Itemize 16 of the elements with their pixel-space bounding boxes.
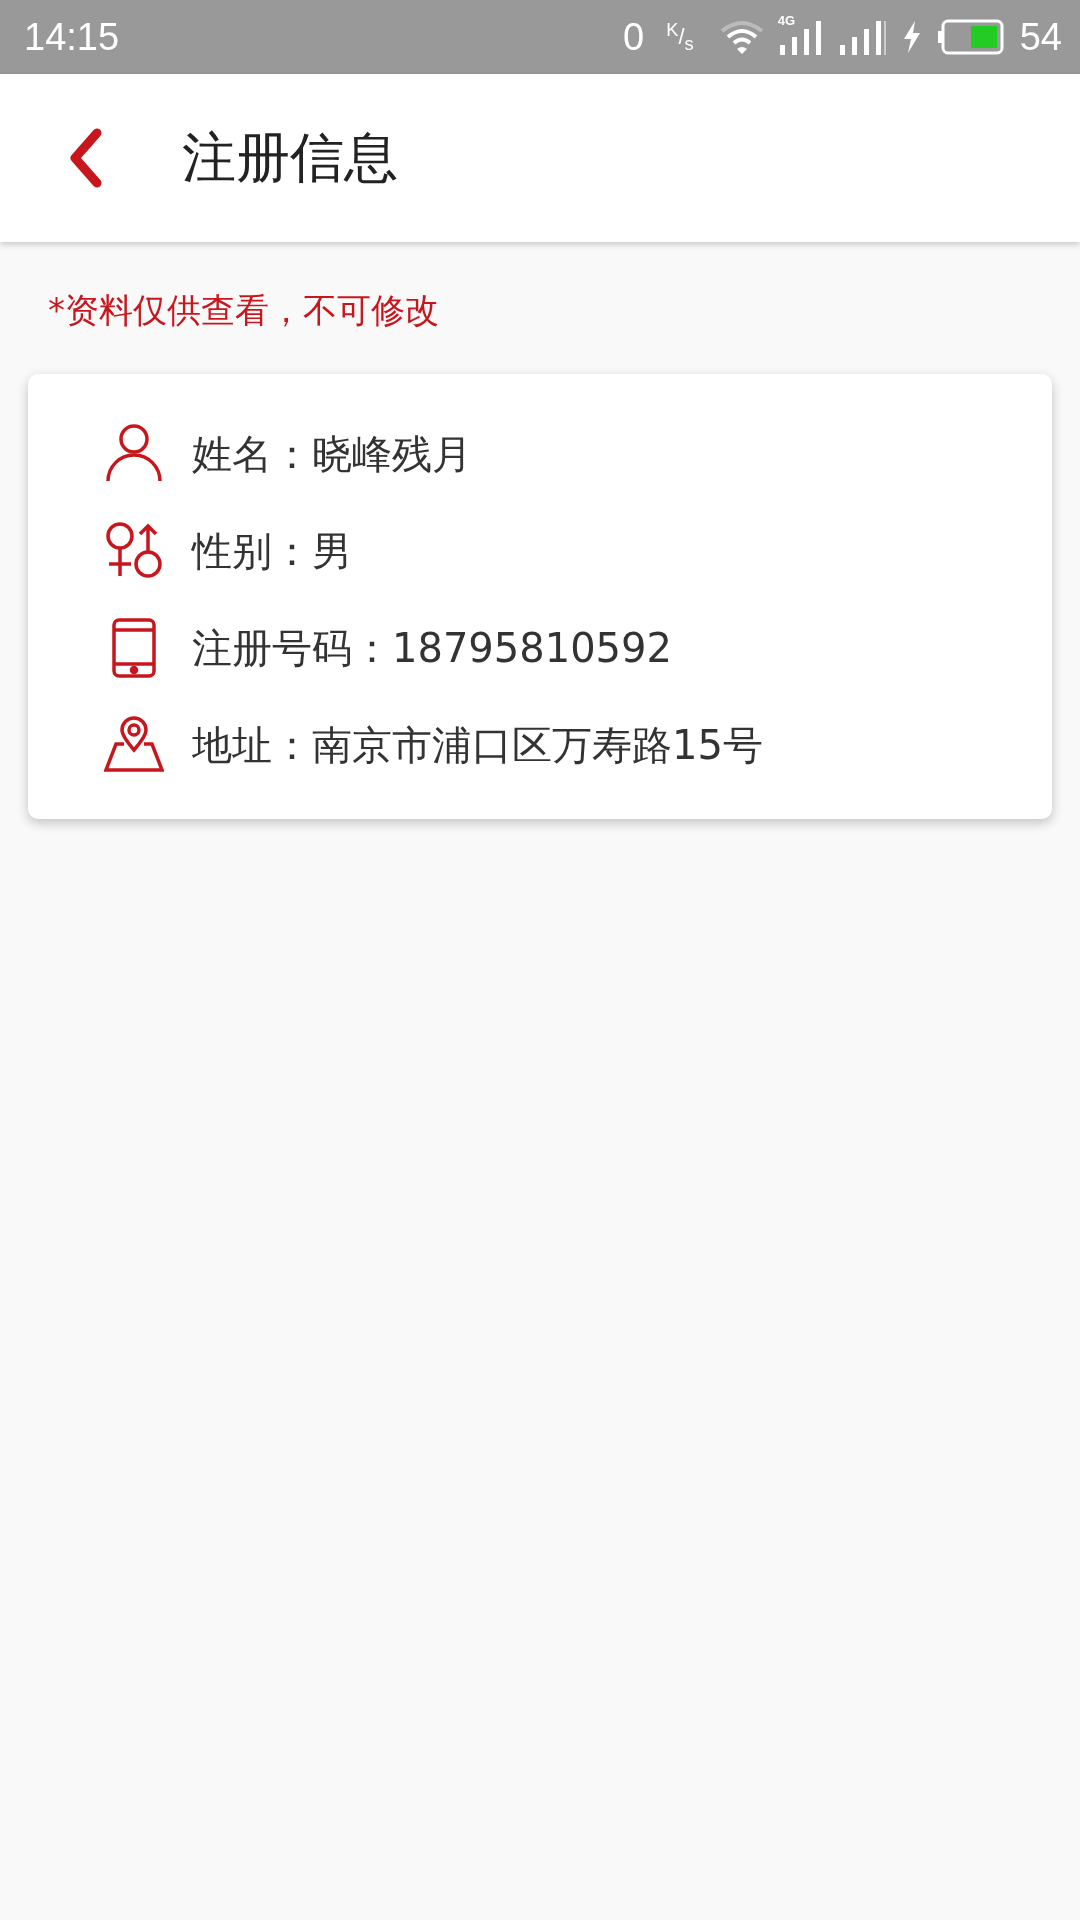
info-text: 注册号码：18795810592 xyxy=(192,623,672,673)
network-speed: 0 xyxy=(623,15,645,59)
info-text: 姓名：晓峰残月 xyxy=(192,429,472,479)
speed-unit: $^{K}$/$_{s}$ xyxy=(666,19,694,55)
battery-percent: 54 xyxy=(1019,15,1062,59)
notice-text: *资料仅供查看，不可修改 xyxy=(48,289,440,332)
signal-icon xyxy=(839,19,886,55)
info-text: 性别：男 xyxy=(192,526,352,576)
info-text: 地址：南京市浦口区万寿路15号 xyxy=(192,720,763,770)
wifi-icon xyxy=(719,19,764,55)
network-type: 4G xyxy=(777,13,796,28)
page-title: 注册信息 xyxy=(182,124,398,191)
back-icon xyxy=(67,128,103,188)
charging-icon xyxy=(901,21,922,53)
battery-icon xyxy=(937,19,1004,55)
clock-time: 14:15 xyxy=(24,15,120,59)
